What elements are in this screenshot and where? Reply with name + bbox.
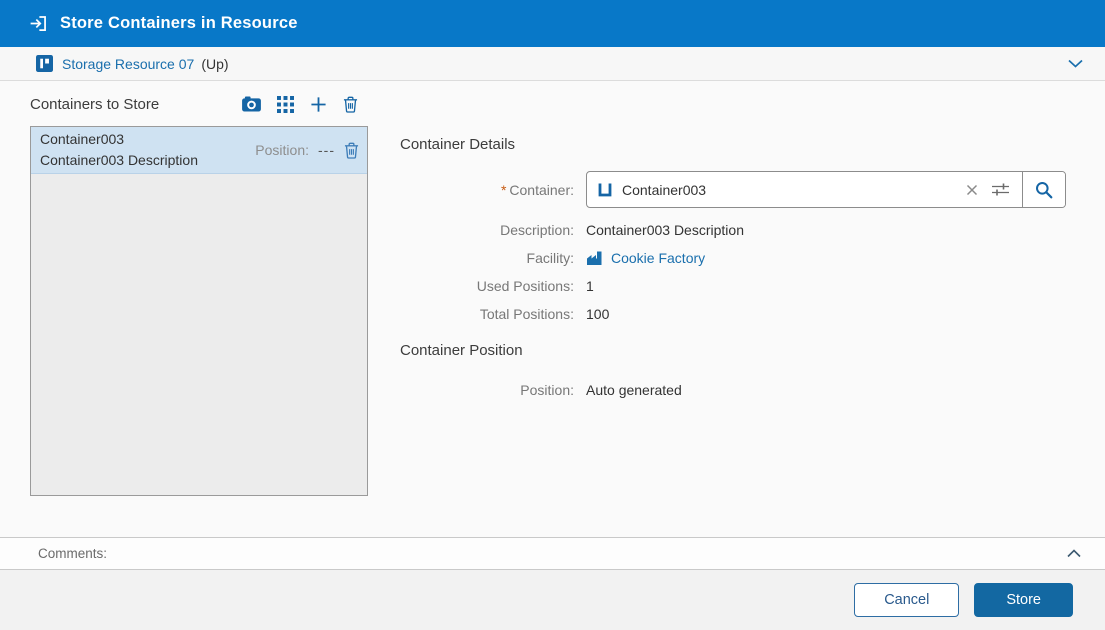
dialog-header: Store Containers in Resource (0, 0, 1105, 47)
list-item-position: Position: --- (255, 142, 359, 159)
input-icons (966, 172, 1022, 207)
position-value: Auto generated (586, 382, 682, 398)
comments-bar[interactable]: Comments: (0, 537, 1105, 570)
list-item-name: Container003 (40, 129, 198, 150)
trash-icon[interactable] (344, 142, 359, 159)
containers-panel: Containers to Store (30, 82, 368, 496)
container-input-value: Container003 (622, 182, 956, 198)
facility-row: Facility: Cookie Factory (400, 244, 1076, 272)
store-button[interactable]: Store (974, 583, 1073, 617)
containers-toolbar (242, 96, 368, 113)
filter-sliders-icon[interactable] (991, 182, 1010, 197)
container-input[interactable]: Container003 (587, 172, 966, 207)
dialog-title: Store Containers in Resource (60, 14, 298, 33)
position-label: Position: (400, 382, 586, 398)
container-list-item[interactable]: Container003 Container003 Description Po… (31, 127, 367, 174)
containers-panel-header: Containers to Store (30, 82, 368, 126)
camera-icon[interactable] (242, 96, 261, 112)
cancel-button[interactable]: Cancel (854, 583, 959, 617)
clear-x-icon[interactable] (966, 184, 978, 196)
chevron-down-icon[interactable] (1068, 59, 1083, 68)
dialog-footer: Cancel Store (0, 570, 1105, 630)
container-position-title: Container Position (400, 342, 1076, 360)
list-item-texts: Container003 Container003 Description (40, 129, 198, 171)
resource-status: (Up) (201, 56, 228, 72)
container-field-row: *Container: Container003 (400, 171, 1076, 208)
containers-panel-title: Containers to Store (30, 96, 159, 113)
store-arrow-icon (28, 13, 49, 34)
list-item-description: Container003 Description (40, 150, 198, 171)
used-positions-label: Used Positions: (400, 278, 586, 294)
description-row: Description: Container003 Description (400, 216, 1076, 244)
resource-bar: Storage Resource 07 (Up) (0, 47, 1105, 81)
search-icon (1035, 181, 1053, 199)
description-value: Container003 Description (586, 222, 744, 238)
total-positions-label: Total Positions: (400, 306, 586, 322)
position-label: Position: (255, 142, 309, 158)
containers-list: Container003 Container003 Description Po… (30, 126, 368, 496)
search-button[interactable] (1022, 172, 1065, 207)
factory-icon (586, 251, 604, 265)
required-marker: * (501, 182, 506, 198)
container-details-panel: Container Details *Container: Container0… (400, 82, 1076, 404)
container-lookup-field: Container003 (586, 171, 1066, 208)
position-value: --- (318, 142, 335, 158)
trash-icon[interactable] (343, 96, 358, 113)
container-details-title: Container Details (400, 136, 1076, 154)
description-label: Description: (400, 222, 586, 238)
position-row: Position: Auto generated (400, 376, 1076, 404)
total-positions-row: Total Positions: 100 (400, 300, 1076, 328)
chevron-up-icon[interactable] (1067, 549, 1081, 558)
grid-icon[interactable] (277, 96, 294, 113)
total-positions-value: 100 (586, 306, 609, 322)
plus-icon[interactable] (310, 96, 327, 113)
used-positions-value: 1 (586, 278, 594, 294)
resource-name-link[interactable]: Storage Resource 07 (62, 56, 194, 72)
facility-label: Facility: (400, 250, 586, 266)
facility-value: Cookie Factory (611, 250, 705, 266)
container-icon (597, 182, 613, 198)
details-info-rows: Description: Container003 Description Fa… (400, 216, 1076, 328)
facility-link[interactable]: Cookie Factory (586, 250, 705, 266)
comments-label: Comments: (38, 546, 107, 561)
storage-resource-icon (36, 55, 53, 72)
used-positions-row: Used Positions: 1 (400, 272, 1076, 300)
container-field-label: *Container: (400, 182, 586, 198)
